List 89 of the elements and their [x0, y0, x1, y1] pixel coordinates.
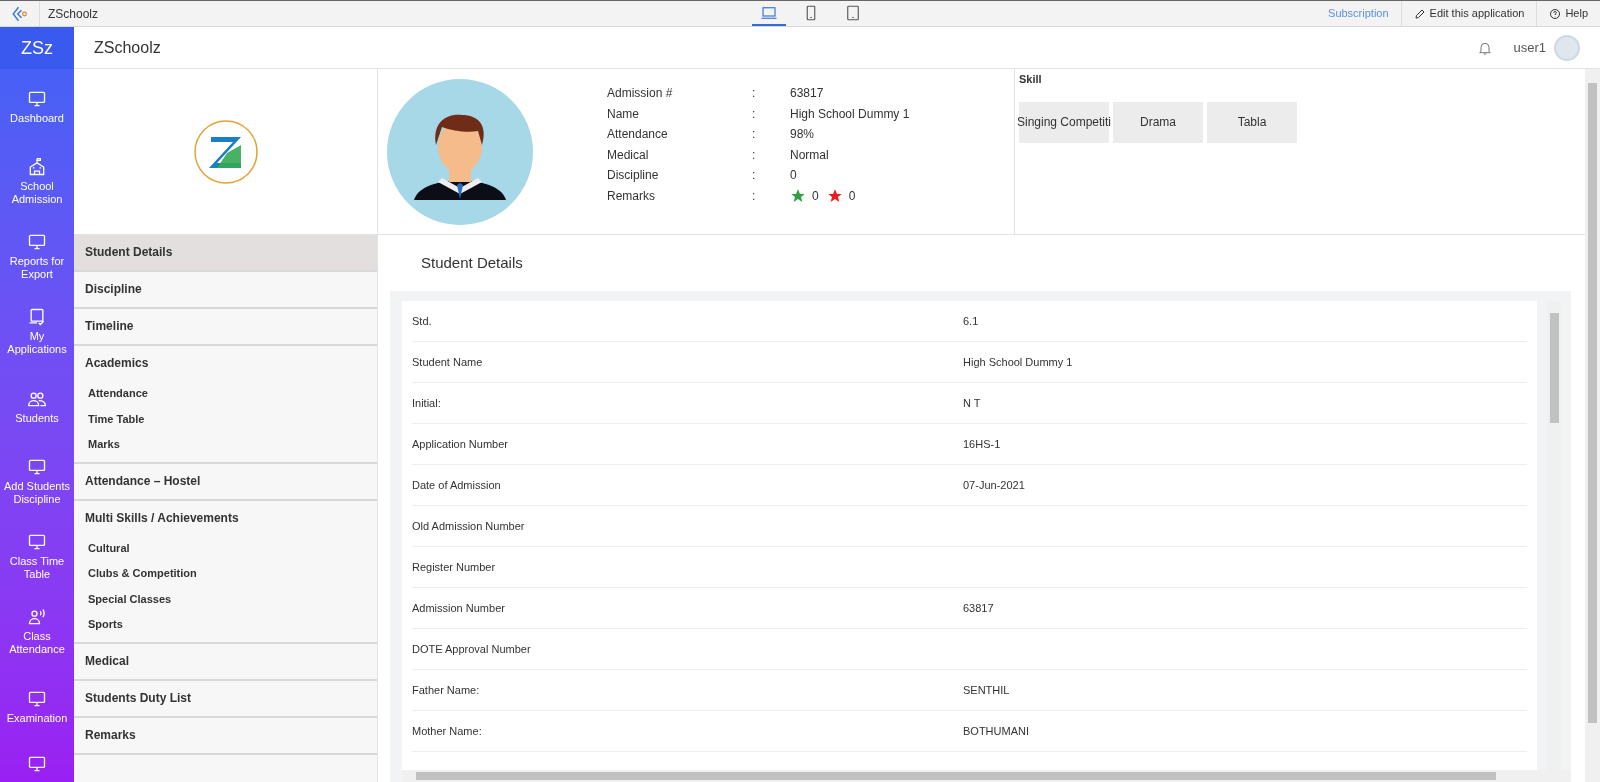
field-label: Mother Name:: [412, 723, 483, 739]
sidebar-item[interactable]: Class Time Table: [0, 519, 74, 594]
field-label: Std.: [412, 313, 433, 329]
sidebar-item[interactable]: Add Students Discipline: [0, 444, 74, 519]
submenu-item[interactable]: Attendance: [74, 381, 377, 407]
info-value: 63817: [790, 85, 824, 102]
help-button[interactable]: Help: [1536, 1, 1600, 26]
field-value: 07-Jun-2021: [963, 477, 1025, 493]
submenu-item[interactable]: Cultural: [74, 535, 377, 561]
field-value: N T: [963, 395, 981, 411]
field-label: Old Admission Number: [412, 518, 526, 534]
field-value: 63817: [963, 600, 994, 616]
page-scrollbar[interactable]: [1585, 69, 1600, 782]
section-title: Student Details: [420, 253, 524, 273]
submenu-item[interactable]: Special Classes: [74, 586, 377, 612]
info-value: 98%: [790, 126, 815, 143]
menu-item[interactable]: Discipline: [74, 272, 377, 307]
submenu-item[interactable]: Clubs & Competition: [74, 561, 377, 587]
info-label: Name: [607, 105, 640, 123]
field-label: Student Name: [412, 354, 484, 370]
screen-check-icon: [27, 307, 47, 327]
remark-count: 0: [848, 187, 856, 205]
menu-item[interactable]: Timeline: [74, 309, 377, 344]
field-label: Application Number: [412, 436, 509, 452]
sidebar-item[interactable]: Students: [0, 369, 74, 444]
info-value: Normal: [790, 146, 829, 164]
pencil-icon: [1413, 7, 1426, 20]
sidebar-item[interactable]: My Applications: [0, 294, 74, 369]
menu-item[interactable]: Students Duty List: [74, 680, 377, 716]
field-label: Father Name:: [412, 682, 481, 698]
menu-item[interactable]: Medical: [74, 643, 377, 679]
submenu-item[interactable]: Marks: [74, 432, 377, 458]
field-value: BOTHUMANI: [963, 723, 1029, 739]
field-value: 16HS-1: [963, 436, 1001, 452]
skill-title: Skill: [1019, 72, 1043, 87]
submenu-item[interactable]: Sports: [74, 612, 377, 638]
menu-item[interactable]: Academics: [74, 346, 377, 381]
field-label: Admission Number: [412, 600, 506, 616]
menu-item[interactable]: Remarks: [74, 717, 377, 753]
info-separator: :: [752, 85, 757, 102]
sidebar-item[interactable]: Examination: [0, 669, 74, 744]
info-separator: :: [752, 146, 757, 164]
sidebar-item[interactable]: Class Attendance: [0, 594, 74, 669]
field-label: DOTE Approval Number: [412, 641, 532, 657]
monitor-icon: [27, 232, 47, 252]
menu-item[interactable]: Student Details: [74, 235, 377, 270]
user-name[interactable]: user1: [1513, 37, 1546, 58]
skill-tag: Singing Competiti: [1019, 101, 1109, 143]
app-logo-icon[interactable]: [10, 4, 29, 23]
brand: ZSz: [0, 27, 74, 69]
sidebar-item[interactable]: School Admission: [0, 144, 74, 219]
info-separator: :: [752, 126, 757, 143]
tablet-icon: [844, 3, 862, 22]
school-icon: [27, 157, 47, 177]
field-value: SENTHIL: [963, 682, 1010, 698]
help-icon: [1549, 7, 1562, 20]
monitor-icon: [27, 754, 47, 774]
edit-application-button[interactable]: Edit this application: [1400, 1, 1537, 26]
info-value: 0: [790, 167, 797, 184]
field-value: High School Dummy 1: [963, 354, 1073, 370]
info-label: Discipline: [607, 167, 660, 184]
skill-tag: Tabla: [1207, 101, 1297, 143]
info-separator: :: [752, 105, 757, 123]
field-label: Initial:: [412, 395, 442, 411]
school-logo: [192, 118, 259, 185]
skill-tag: Drama: [1113, 101, 1203, 143]
monitor-icon: [27, 532, 47, 552]
menu-item[interactable]: Attendance – Hostel: [74, 463, 377, 499]
page-title: ZSchoolz: [94, 37, 161, 58]
person-sound-icon: [27, 607, 47, 627]
info-label: Medical: [607, 146, 650, 164]
info-separator: :: [752, 167, 757, 184]
vertical-scrollbar[interactable]: [1547, 301, 1561, 770]
field-value: 6.1: [963, 313, 979, 329]
sidebar-item[interactable]: Reports for Export: [0, 219, 74, 294]
info-label: Admission #: [607, 85, 674, 102]
field-label: Register Number: [412, 559, 497, 575]
info-label: Attendance: [607, 126, 669, 143]
field-label: Date of Admission: [412, 477, 502, 493]
monitor-icon: [27, 457, 47, 477]
menu-item[interactable]: Multi Skills / Achievements: [74, 500, 377, 536]
info-value: High School Dummy 1: [790, 105, 910, 123]
horizontal-scrollbar[interactable]: [402, 770, 1571, 782]
remark-count: 0: [812, 187, 819, 205]
sidebar-item[interactable]: Dashboard: [0, 69, 74, 144]
info-separator: :: [752, 187, 757, 205]
app-name: ZSchoolz: [48, 5, 99, 23]
submenu-item[interactable]: Time Table: [74, 406, 377, 432]
info-label: Remarks: [607, 187, 656, 205]
